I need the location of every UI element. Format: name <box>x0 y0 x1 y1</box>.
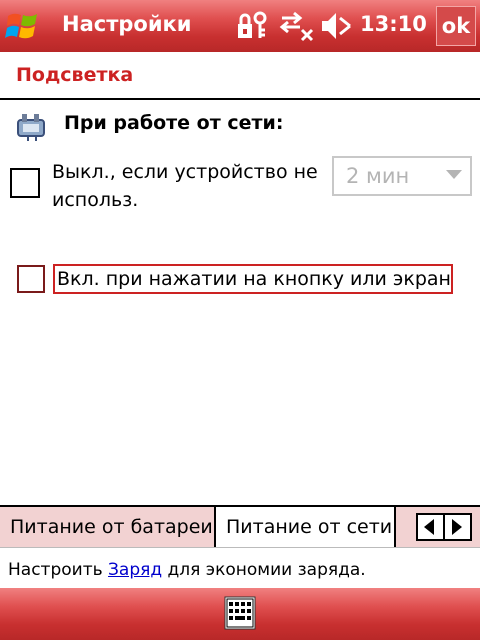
ok-button[interactable]: ok <box>436 6 476 46</box>
footer-suffix: для экономии заряда. <box>167 560 366 580</box>
page-title: Подсветка <box>16 64 134 86</box>
menu-bar <box>0 588 480 640</box>
charge-link[interactable]: Заряд <box>108 560 162 580</box>
tab-scroll-buttons <box>416 513 472 541</box>
power-plug-icon <box>17 114 45 141</box>
turn-on-label[interactable]: Вкл. при нажатии на кнопку или экран <box>53 264 453 294</box>
auto-off-label[interactable]: Выкл., если устройство не использ. <box>52 158 332 214</box>
scroll-right-icon[interactable] <box>452 519 462 535</box>
header-divider <box>0 98 480 100</box>
connectivity-icon[interactable] <box>278 10 316 42</box>
footer-hint: Настроить Заряд для экономии заряда. <box>8 560 366 580</box>
lock-key-icon[interactable] <box>234 10 270 42</box>
title-bar: Настройки 13:10 ok <box>0 0 480 52</box>
scroll-left-icon[interactable] <box>424 519 434 535</box>
timeout-value: 2 мин <box>346 164 410 188</box>
tab-battery[interactable]: Питание от батареи <box>0 505 216 547</box>
scroll-divider <box>443 515 445 539</box>
volume-muted-icon[interactable] <box>320 10 354 42</box>
clock[interactable]: 13:10 <box>360 12 427 36</box>
timeout-dropdown[interactable]: 2 мин <box>332 156 472 196</box>
keyboard-icon[interactable] <box>224 596 256 630</box>
section-label: При работе от сети: <box>64 112 284 134</box>
app-title: Настройки <box>62 12 192 36</box>
tab-network[interactable]: Питание от сети <box>216 507 394 549</box>
tab-scroll-area <box>396 507 480 547</box>
windows-start-icon[interactable] <box>4 8 44 44</box>
turn-on-checkbox[interactable] <box>17 265 45 293</box>
chevron-down-icon <box>446 170 462 179</box>
footer-prefix: Настроить <box>8 560 103 580</box>
auto-off-checkbox[interactable] <box>10 168 40 198</box>
tabs-bottom-divider <box>0 547 480 548</box>
